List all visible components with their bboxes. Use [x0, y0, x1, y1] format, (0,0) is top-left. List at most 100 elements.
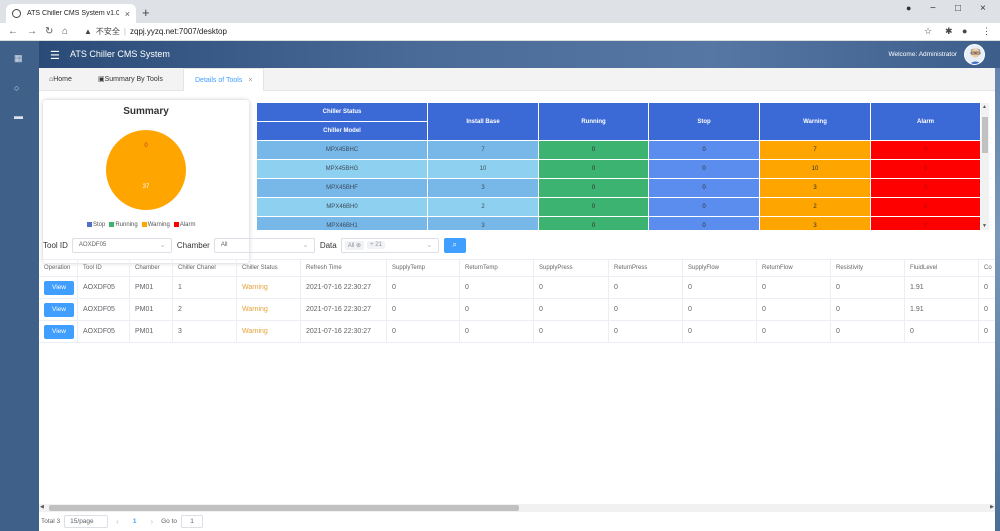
scroll-down-icon[interactable]: ▼ [982, 223, 987, 229]
profile-record-icon[interactable]: ● [906, 3, 911, 13]
table-cell: 2021-07-16 22:30:27 [301, 321, 387, 342]
grid-icon[interactable]: ▦ [14, 53, 23, 64]
next-page-icon[interactable]: › [146, 517, 157, 526]
legend-stop[interactable]: Stop [87, 222, 105, 228]
tab-close-icon[interactable]: × [248, 77, 252, 84]
scrollbar-thumb[interactable] [49, 505, 519, 511]
url-field[interactable]: ▲ 不安全 | zqpj.yyzq.net:7007/desktop [84, 26, 227, 37]
chevron-down-icon: ⌄ [426, 239, 433, 249]
pie-label-center: 37 [143, 184, 150, 190]
data-select[interactable]: All ⊗ + 21 ⌄ [340, 237, 439, 253]
account-icon[interactable]: ● [962, 26, 967, 36]
pie-slice-warning [106, 130, 186, 210]
grid-model-cell: MPX45BHC [257, 141, 428, 160]
table-cell: 3 [173, 321, 237, 342]
legend-alarm[interactable]: Alarm [173, 222, 196, 228]
table-row[interactable]: View AOXDF05 PM01 3 Warning 2021-07-16 22:30:… [39, 321, 995, 343]
data-label: Data [319, 240, 337, 250]
search-button[interactable]: ⌕ [443, 237, 466, 253]
tab-home[interactable]: ⌂Home [49, 68, 72, 91]
chevron-down-icon: ⌄ [302, 239, 309, 249]
grid-value-cell: 3 [760, 179, 871, 198]
view-button[interactable]: View [44, 280, 74, 295]
filter-bar: Tool ID AOXDF05 ⌄ Chamber All ⌄ Data All… [43, 237, 466, 253]
table-cell: 1.91 [905, 299, 979, 320]
tab-details-of-tools[interactable]: Details of Tools × [183, 68, 265, 91]
scroll-right-icon[interactable]: ▶ [990, 504, 994, 510]
table-header-cell: Co [979, 260, 1000, 276]
star-icon[interactable]: ☆ [924, 26, 932, 37]
status-grid-scrollbar[interactable]: ▲ ▼ [981, 103, 989, 230]
scrollbar-thumb[interactable] [982, 117, 988, 153]
url-separator: | [123, 27, 126, 36]
legend-warning[interactable]: Warning [141, 222, 170, 228]
grid-value-cell: 0 [539, 141, 649, 160]
prev-page-icon[interactable]: ‹ [112, 517, 123, 526]
maximize-button[interactable]: □ [955, 3, 961, 14]
url-text: zqpj.yyzq.net:7007/desktop [130, 27, 227, 36]
extension-icon[interactable]: ✱ [945, 26, 953, 37]
data-table: Operation Tool ID Chamber Chiller Chanel Chi… [39, 259, 995, 343]
table-row[interactable]: View AOXDF05 PM01 1 Warning 2021-07-16 22:30:… [39, 277, 995, 299]
warning-triangle-icon: ▲ [84, 27, 92, 36]
browser-tab[interactable]: ATS Chiller CMS System v1.0 × [6, 4, 136, 23]
table-horizontal-scrollbar[interactable]: ◀ ▶ [39, 504, 995, 512]
table-header-cell: ReturnFlow [757, 260, 831, 276]
table-header-cell: SupplyPress [534, 260, 609, 276]
scroll-left-icon[interactable]: ◀ [40, 504, 44, 510]
menu-icon[interactable]: ☰ [50, 49, 60, 62]
page-number-current[interactable]: 1 [127, 518, 143, 525]
grid-value-cell: 0 [539, 198, 649, 217]
table-header-cell: Chiller Status [237, 260, 301, 276]
table-cell: 0 [387, 299, 460, 320]
grid-value-cell: 0 [649, 179, 760, 198]
table-header-cell: Resistivity [831, 260, 905, 276]
more-menu-icon[interactable]: ⋮ [982, 26, 991, 37]
table-cell: 0 [905, 321, 979, 342]
page-size-value: 15/page [70, 517, 94, 525]
legend-running[interactable]: Running [109, 222, 138, 228]
grid-value-cell: 0 [871, 160, 980, 179]
goto-page-input[interactable]: 1 [181, 514, 204, 528]
table-cell: 1.91 [905, 277, 979, 298]
avatar[interactable] [964, 44, 985, 65]
grid-model-cell: MPX45BHF [257, 179, 428, 198]
tab-details-label: Details of Tools [195, 77, 243, 84]
browser-tab-title: ATS Chiller CMS System v1.0 [27, 10, 119, 17]
window-close-button[interactable]: × [980, 3, 986, 14]
circle-icon[interactable]: ○ [14, 83, 19, 93]
browser-tab-bar: ATS Chiller CMS System v1.0 × + ● − □ × [0, 0, 1000, 23]
grid-value-cell: 0 [539, 217, 649, 230]
back-icon[interactable]: ← [8, 26, 18, 37]
reload-icon[interactable]: ↻ [45, 26, 53, 37]
grid-value-cell: 0 [649, 217, 760, 230]
table-cell: PM01 [130, 299, 173, 320]
pie-legend: Stop Running Warning Alarm [87, 222, 196, 228]
grid-value-cell: 0 [871, 198, 980, 217]
status-badge: Warning [237, 299, 301, 320]
grid-value-cell: 7 [428, 141, 539, 160]
grid-value-cell: 3 [428, 217, 539, 230]
new-tab-button[interactable]: + [142, 5, 150, 20]
chevron-down-icon: ⌄ [159, 239, 166, 249]
page-size-select[interactable]: 15/page [64, 514, 109, 528]
monitor-icon[interactable]: ▬ [14, 111, 23, 121]
view-button[interactable]: View [44, 302, 74, 317]
tab-summary-by-tools[interactable]: ▣Summary By Tools [98, 68, 163, 91]
home-browser-icon[interactable]: ⌂ [62, 26, 68, 37]
tool-id-select[interactable]: AOXDF05 ⌄ [71, 237, 172, 253]
table-cell: 0 [534, 277, 609, 298]
table-cell: 0 [609, 277, 683, 298]
table-row[interactable]: View AOXDF05 PM01 2 Warning 2021-07-16 22:30:… [39, 299, 995, 321]
view-button[interactable]: View [44, 324, 74, 339]
tab-close-icon[interactable]: × [125, 9, 130, 19]
chamber-select[interactable]: All ⌄ [213, 237, 315, 253]
minimize-button[interactable]: − [930, 3, 936, 14]
scroll-up-icon[interactable]: ▲ [982, 104, 987, 110]
forward-icon[interactable]: → [27, 26, 37, 37]
goto-label: Go to [161, 517, 178, 525]
data-tag-all[interactable]: All ⊗ [344, 240, 365, 250]
table-cell: 0 [387, 321, 460, 342]
main-content: ⌂Home ▣Summary By Tools Details of Tools… [39, 68, 995, 531]
page-tabs: ⌂Home ▣Summary By Tools Details of Tools… [39, 68, 995, 91]
